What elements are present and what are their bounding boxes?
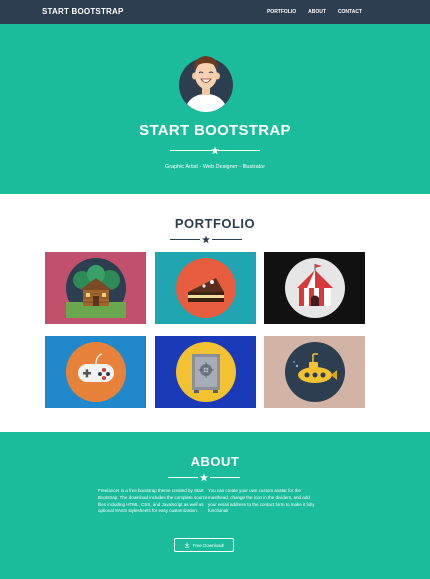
submarine-icon: [284, 342, 345, 402]
masthead: START BOOTSTRAP Graphic Artist - Web Des…: [0, 24, 430, 194]
download-icon: [184, 542, 189, 548]
free-download-label: Free Download!: [192, 542, 225, 548]
masthead-title: START BOOTSTRAP: [139, 122, 291, 139]
nav-link-contact[interactable]: CONTACT: [338, 9, 362, 15]
about-title: ABOUT: [190, 454, 240, 469]
portfolio-item-circus[interactable]: [264, 252, 365, 324]
masthead-divider: [170, 146, 260, 156]
avatar-illustration: [179, 56, 233, 112]
about-text-left: Freelancer is a free bootstrap theme cre…: [98, 488, 208, 514]
portfolio-item-game[interactable]: [45, 336, 146, 408]
safe-icon: [175, 342, 236, 402]
portfolio-title: PORTFOLIO: [174, 216, 256, 231]
navbar-brand[interactable]: START BOOTSTRAP: [42, 7, 124, 16]
cake-icon: [175, 258, 236, 318]
star-icon: [201, 235, 211, 244]
cabin-icon: [65, 258, 126, 318]
game-controller-icon: [65, 342, 126, 402]
circus-tent-icon: [284, 258, 345, 318]
portfolio-divider: [170, 235, 242, 245]
about-section: ABOUT Freelancer is a free bootstrap the…: [0, 432, 430, 579]
nav-links: PORTFOLIO ABOUT CONTACT: [267, 9, 362, 15]
portfolio-item-cake[interactable]: [155, 252, 256, 324]
star-icon: [199, 473, 209, 482]
masthead-subtitle: Graphic Artist - Web Designer - Illustra…: [164, 164, 266, 170]
free-download-button[interactable]: Free Download!: [174, 538, 234, 552]
portfolio-item-cabin[interactable]: [45, 252, 146, 324]
about-divider: [168, 473, 240, 483]
portfolio-section: PORTFOLIO: [0, 194, 430, 432]
portfolio-item-submarine[interactable]: [264, 336, 365, 408]
nav-link-portfolio[interactable]: PORTFOLIO: [267, 9, 296, 15]
navbar: START BOOTSTRAP PORTFOLIO ABOUT CONTACT: [0, 0, 430, 24]
nav-link-about[interactable]: ABOUT: [308, 9, 326, 15]
about-text-right: You can create your own custom avatar fo…: [208, 488, 315, 514]
portfolio-item-safe[interactable]: [155, 336, 256, 408]
